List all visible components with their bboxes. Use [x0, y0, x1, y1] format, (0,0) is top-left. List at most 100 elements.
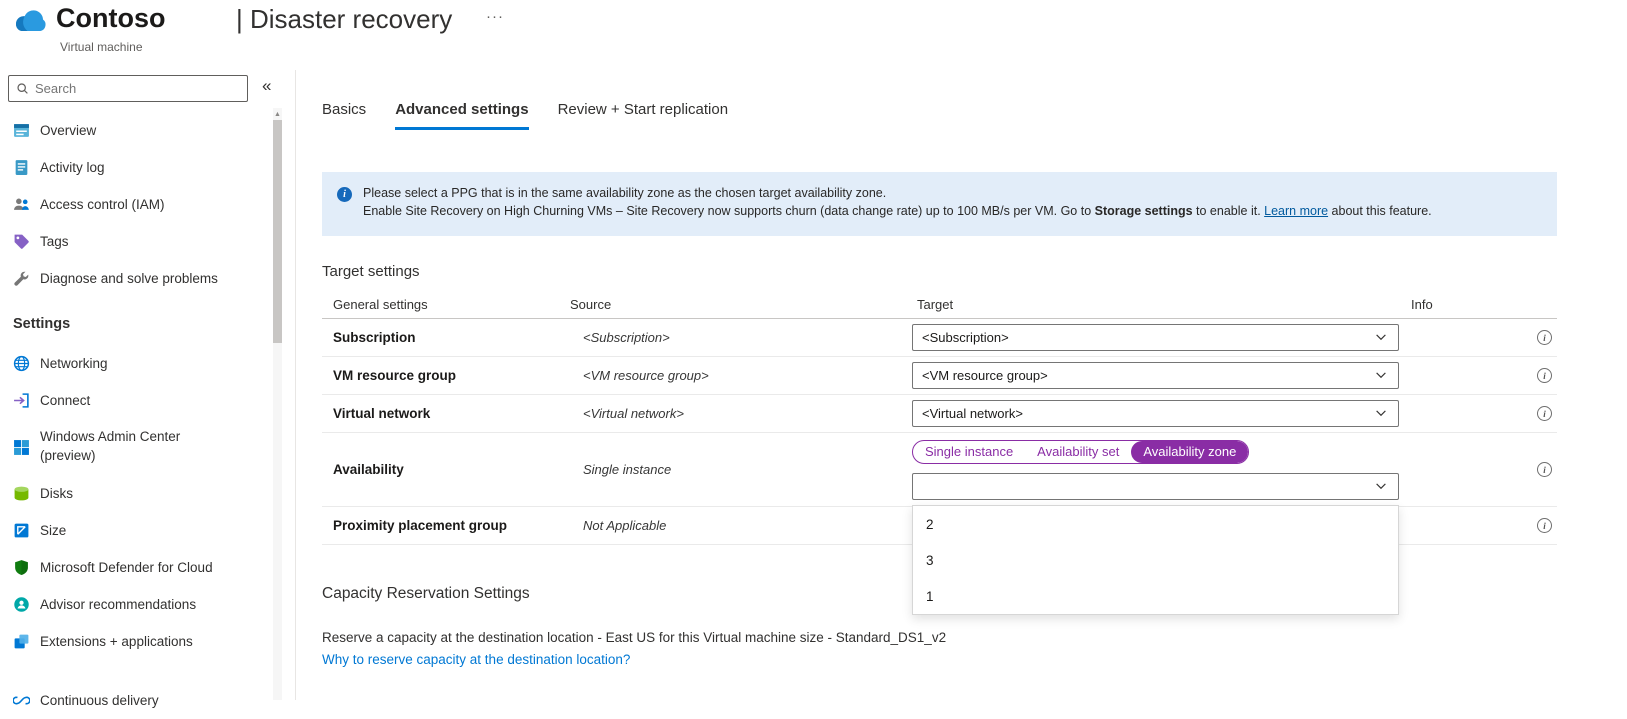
info-icon[interactable]: [1537, 462, 1552, 477]
sidebar-scrollbar-thumb[interactable]: [273, 120, 282, 343]
sidebar-item-access-control-iam[interactable]: Access control (IAM): [0, 186, 268, 223]
sidebar-item-label: Tags: [40, 234, 69, 249]
chevron-down-icon: [1375, 372, 1387, 379]
row-source-value: Not Applicable: [570, 518, 912, 533]
sidebar-item-label: Disks: [40, 486, 73, 501]
sidebar-item-overview[interactable]: Overview: [0, 112, 268, 149]
sidebar-heading-settings: Settings: [0, 307, 268, 341]
sidebar-item-label: Windows Admin Center (preview): [40, 428, 218, 466]
banner-line2: Enable Site Recovery on High Churning VM…: [363, 203, 1432, 221]
defender-icon: [13, 559, 30, 576]
target-vm-resource-group-select[interactable]: <VM resource group>: [912, 362, 1399, 389]
sidebar-collapse-button[interactable]: «: [262, 76, 271, 96]
banner-line2-mid: to enable it.: [1193, 204, 1265, 218]
dropdown-option-2[interactable]: 2: [913, 506, 1398, 542]
pill-single-instance[interactable]: Single instance: [913, 441, 1025, 463]
table-row-subscription: Subscription <Subscription> <Subscriptio…: [322, 319, 1557, 357]
sidebar-item-label: Size: [40, 523, 66, 538]
sidebar-item-label: Networking: [40, 356, 108, 371]
target-settings-title: Target settings: [322, 263, 420, 280]
app-title: Contoso: [56, 3, 165, 34]
sidebar-item-connect[interactable]: Connect: [0, 382, 268, 419]
chevron-down-icon: [1375, 334, 1387, 341]
tab-review-start-replication[interactable]: Review + Start replication: [558, 101, 729, 130]
info-icon[interactable]: [1537, 368, 1552, 383]
chevron-down-icon: [1375, 483, 1387, 490]
info-banner: i Please select a PPG that is in the sam…: [322, 172, 1557, 236]
target-virtual-network-select[interactable]: <Virtual network>: [912, 400, 1399, 427]
pill-availability-set[interactable]: Availability set: [1025, 441, 1131, 463]
search-input[interactable]: [35, 77, 240, 100]
sidebar-item-activity-log[interactable]: Activity log: [0, 149, 268, 186]
info-banner-icon: i: [337, 187, 352, 202]
select-value: <VM resource group>: [922, 368, 1048, 383]
capacity-reservation-description: Reserve a capacity at the destination lo…: [322, 630, 946, 645]
learn-more-link[interactable]: Learn more: [1264, 204, 1328, 218]
sidebar-search: [8, 75, 248, 102]
sidebar: « Overview Activity log Access control (IA…: [0, 70, 296, 700]
sidebar-item-label: Diagnose and solve problems: [40, 271, 218, 286]
select-value: <Subscription>: [922, 330, 1009, 345]
row-source-value: <VM resource group>: [570, 368, 912, 383]
dropdown-option-1[interactable]: 1: [913, 578, 1398, 614]
sidebar-item-continuous-delivery[interactable]: Continuous delivery: [0, 682, 268, 719]
info-icon[interactable]: [1537, 406, 1552, 421]
tab-advanced-settings[interactable]: Advanced settings: [395, 101, 528, 130]
banner-line1: Please select a PPG that is in the same …: [363, 185, 1432, 203]
table-row-vm-resource-group: VM resource group <VM resource group> <V…: [322, 357, 1557, 395]
disks-icon: [13, 485, 30, 502]
row-source-value: Single instance: [570, 462, 912, 477]
column-header-general-settings: General settings: [322, 297, 570, 312]
continuous-delivery-icon: [13, 692, 30, 709]
sidebar-item-extensions-applications[interactable]: Extensions + applications: [0, 623, 268, 660]
connect-icon: [13, 392, 30, 409]
extensions-icon: [13, 633, 30, 650]
row-label: Proximity placement group: [322, 518, 570, 533]
table-header-row: General settings Source Target Info: [322, 291, 1557, 319]
pill-availability-zone[interactable]: Availability zone: [1131, 441, 1248, 463]
sidebar-item-advisor-recommendations[interactable]: Advisor recommendations: [0, 586, 268, 623]
sidebar-item-label: Continuous delivery: [40, 693, 159, 708]
sidebar-item-microsoft-defender-for-cloud[interactable]: Microsoft Defender for Cloud: [0, 549, 268, 586]
sidebar-item-label: Extensions + applications: [40, 634, 193, 649]
availability-pill-group: Single instance Availability set Availab…: [912, 440, 1249, 464]
activity-log-icon: [13, 159, 30, 176]
tab-basics[interactable]: Basics: [322, 101, 366, 130]
tags-icon: [13, 233, 30, 250]
contoso-cloud-logo-icon: [8, 5, 52, 37]
size-icon: [13, 522, 30, 539]
sidebar-item-networking[interactable]: Networking: [0, 345, 268, 382]
dropdown-option-3[interactable]: 3: [913, 542, 1398, 578]
target-subscription-select[interactable]: <Subscription>: [912, 324, 1399, 351]
capacity-reservation-link[interactable]: Why to reserve capacity at the destinati…: [322, 652, 630, 667]
row-label: VM resource group: [322, 368, 570, 383]
sidebar-item-windows-admin-center-preview[interactable]: Windows Admin Center (preview): [0, 419, 268, 475]
page-title: | Disaster recovery: [236, 4, 452, 35]
sidebar-item-label: Activity log: [40, 160, 105, 175]
scroll-up-icon[interactable]: ▲: [273, 111, 282, 118]
sidebar-item-tags[interactable]: Tags: [0, 223, 268, 260]
info-icon[interactable]: [1537, 518, 1552, 533]
capacity-reservation-title: Capacity Reservation Settings: [322, 585, 530, 603]
sidebar-item-size[interactable]: Size: [0, 512, 268, 549]
banner-line2-suffix: about this feature.: [1328, 204, 1432, 218]
info-banner-text: Please select a PPG that is in the same …: [363, 185, 1432, 220]
sidebar-item-diagnose-and-solve-problems[interactable]: Diagnose and solve problems: [0, 260, 268, 297]
diagnose-icon: [13, 270, 30, 287]
chevron-down-icon: [1375, 410, 1387, 417]
row-source-value: <Subscription>: [570, 330, 912, 345]
networking-icon: [13, 355, 30, 372]
app-subtitle: Virtual machine: [60, 40, 143, 54]
windows-admin-center-icon: [13, 439, 30, 456]
sidebar-item-disks[interactable]: Disks: [0, 475, 268, 512]
info-icon[interactable]: [1537, 330, 1552, 345]
banner-storage-settings-text: Storage settings: [1095, 204, 1193, 218]
column-header-target: Target: [912, 297, 1411, 312]
access-control-icon: [13, 196, 30, 213]
more-options-icon[interactable]: ···: [486, 8, 504, 25]
row-label: Subscription: [322, 330, 570, 345]
wizard-tabs: Basics Advanced settings Review + Start …: [322, 101, 728, 130]
availability-zone-dropdown-options: 231: [912, 505, 1399, 615]
availability-zone-select[interactable]: [912, 473, 1399, 500]
column-header-info: Info: [1411, 297, 1557, 312]
